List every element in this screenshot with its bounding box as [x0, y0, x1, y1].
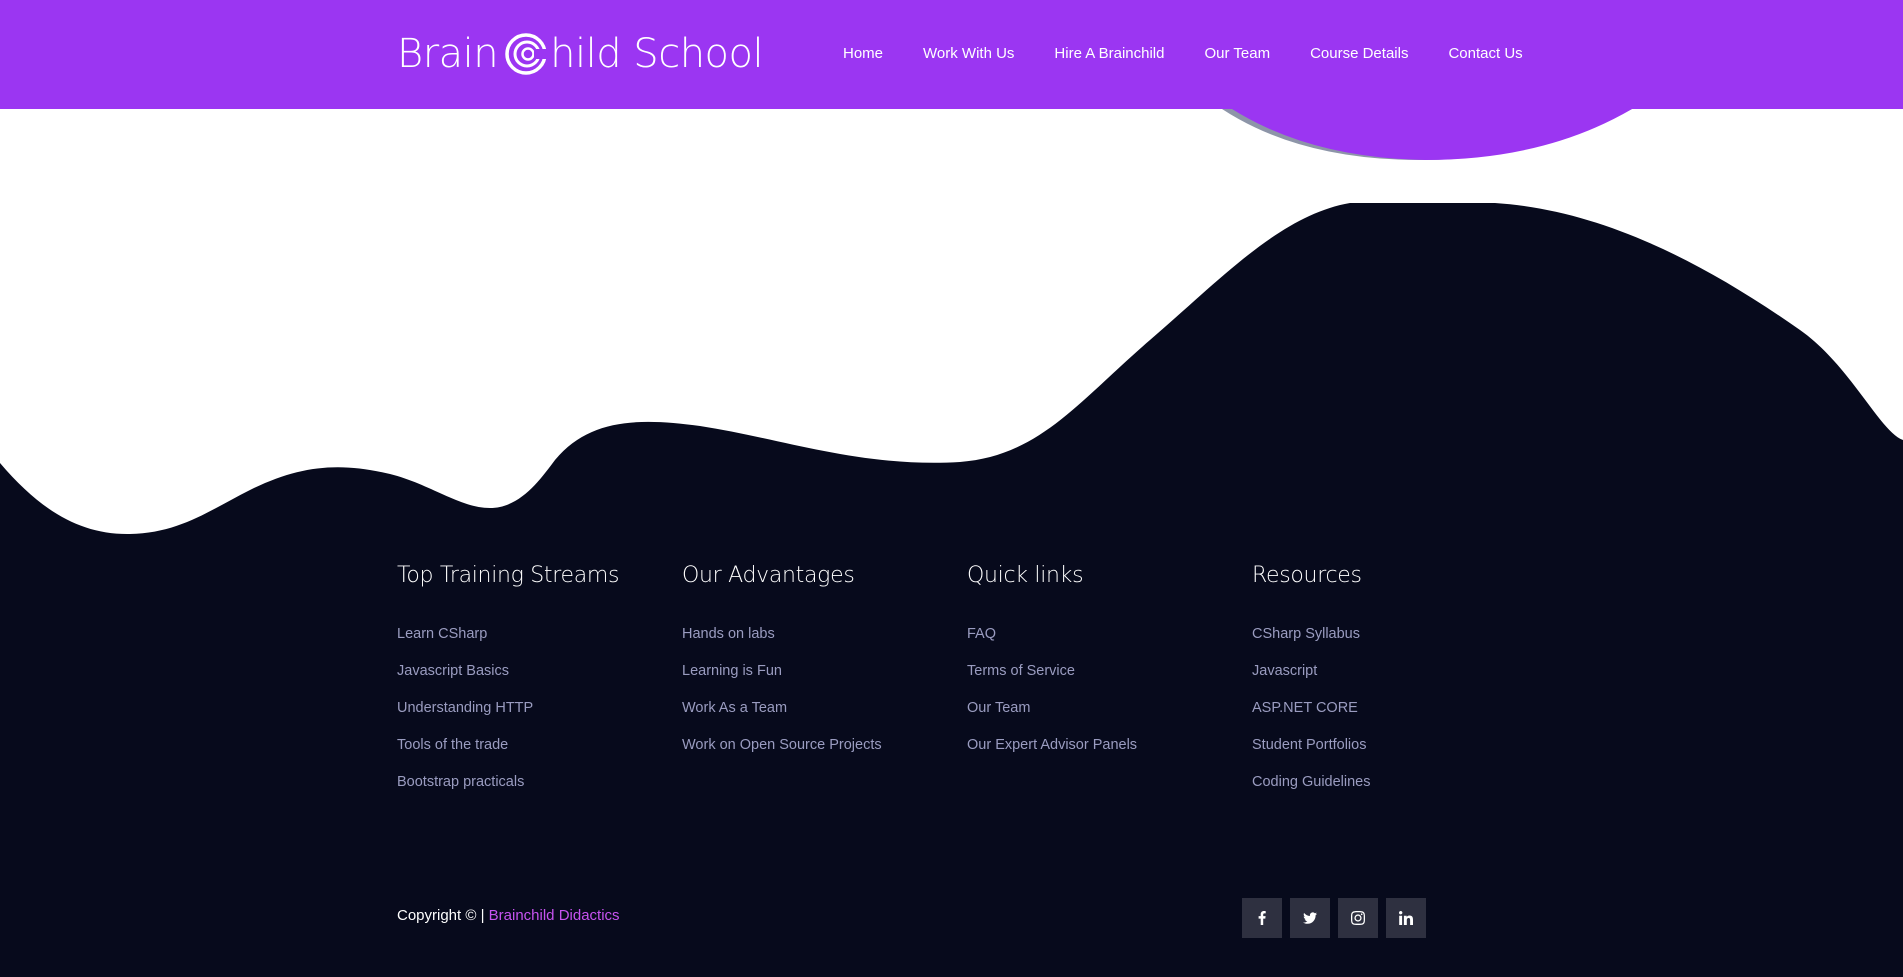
- footer-column-title: Our Advantages: [682, 563, 855, 588]
- footer-link-student-portfolios[interactable]: Student Portfolios: [1252, 735, 1522, 772]
- logo-text-hild-school: hild School: [550, 31, 764, 77]
- nav-our-team[interactable]: Our Team: [1204, 43, 1270, 65]
- footer-link-tools-of-the-trade[interactable]: Tools of the trade: [397, 735, 667, 772]
- brainchild-logo[interactable]: Brain hild School: [397, 26, 764, 82]
- social-links: [1242, 898, 1426, 938]
- logo-text-brain: Brain: [397, 31, 499, 77]
- nav-home[interactable]: Home: [843, 43, 883, 65]
- facebook-button[interactable]: [1242, 898, 1282, 938]
- footer-link-understanding-http[interactable]: Understanding HTTP: [397, 698, 667, 735]
- instagram-icon: [1351, 911, 1365, 925]
- site-header: Brain hild School Home Work With Us Hire…: [0, 0, 1903, 109]
- facebook-icon: [1258, 911, 1266, 925]
- logo-spiral-icon: [505, 33, 549, 75]
- footer-link-learn-csharp[interactable]: Learn CSharp: [397, 624, 667, 661]
- footer-column-quick-links: Quick links FAQ Terms of Service Our Tea…: [967, 562, 1237, 772]
- footer-link-bootstrap-practicals[interactable]: Bootstrap practicals: [397, 772, 667, 809]
- twitter-icon: [1303, 912, 1317, 924]
- footer-column-resources: Resources CSharp Syllabus Javascript ASP…: [1252, 562, 1522, 809]
- footer-link-faq[interactable]: FAQ: [967, 624, 1237, 661]
- footer-column-title: Quick links: [967, 563, 1084, 588]
- footer-link-hands-on-labs[interactable]: Hands on labs: [682, 624, 952, 661]
- footer-link-javascript[interactable]: Javascript: [1252, 661, 1522, 698]
- footer-link-javascript-basics[interactable]: Javascript Basics: [397, 661, 667, 698]
- copyright-brand-link[interactable]: Brainchild Didactics: [489, 907, 620, 924]
- footer-link-our-team[interactable]: Our Team: [967, 698, 1237, 735]
- footer-link-learning-is-fun[interactable]: Learning is Fun: [682, 661, 952, 698]
- twitter-button[interactable]: [1290, 898, 1330, 938]
- footer-link-expert-advisor-panels[interactable]: Our Expert Advisor Panels: [967, 735, 1237, 772]
- footer-link-aspnet-core[interactable]: ASP.NET CORE: [1252, 698, 1522, 735]
- footer-link-open-source-projects[interactable]: Work on Open Source Projects: [682, 735, 952, 772]
- main-nav: Home Work With Us Hire A Brainchild Our …: [843, 43, 1523, 65]
- copyright-notice: Copyright © | Brainchild Didactics: [397, 907, 620, 924]
- footer-column-training-streams: Top Training Streams Learn CSharp Javasc…: [397, 562, 667, 809]
- footer-column-title: Resources: [1252, 563, 1362, 588]
- linkedin-button[interactable]: [1386, 898, 1426, 938]
- nav-hire-a-brainchild[interactable]: Hire A Brainchild: [1054, 43, 1164, 65]
- linkedin-icon: [1399, 911, 1413, 925]
- footer-link-csharp-syllabus[interactable]: CSharp Syllabus: [1252, 624, 1522, 661]
- copyright-text: Copyright © |: [397, 907, 485, 924]
- instagram-button[interactable]: [1338, 898, 1378, 938]
- footer-column-advantages: Our Advantages Hands on labs Learning is…: [682, 562, 952, 772]
- footer-link-coding-guidelines[interactable]: Coding Guidelines: [1252, 772, 1522, 809]
- footer-link-terms-of-service[interactable]: Terms of Service: [967, 661, 1237, 698]
- footer-link-work-as-a-team[interactable]: Work As a Team: [682, 698, 952, 735]
- nav-contact-us[interactable]: Contact Us: [1448, 43, 1522, 65]
- nav-course-details[interactable]: Course Details: [1310, 43, 1408, 65]
- nav-work-with-us[interactable]: Work With Us: [923, 43, 1014, 65]
- footer-column-title: Top Training Streams: [397, 563, 620, 588]
